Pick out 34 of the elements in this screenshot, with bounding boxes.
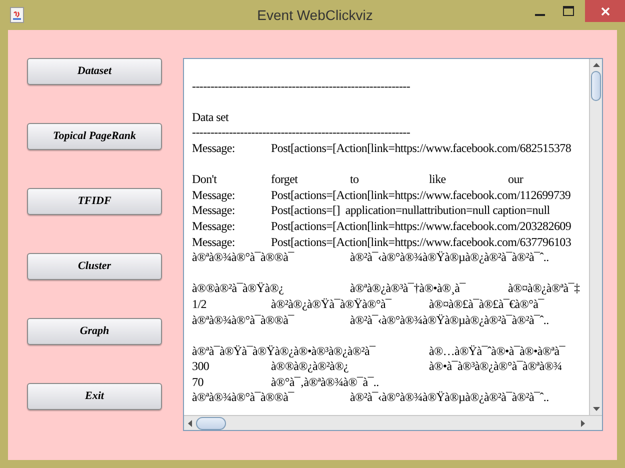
output-line: Message: Post[actions=[Action[link=https://www.facebook.com/682515378	[192, 140, 572, 155]
output-line: 70 à®°à¯‚à®ªà®¾à®¯à¯..	[192, 374, 379, 389]
maximize-icon	[562, 6, 574, 16]
output-line: à®ªà®¾à®°à¯à®®à¯ à®²à¯‹à®°à®¾à®Ÿà®µà®¿à®²à¯à®²à¯ˆ..	[192, 312, 549, 326]
scroll-thumb[interactable]	[196, 416, 226, 430]
vertical-scrollbar[interactable]	[589, 59, 602, 415]
action-button[interactable]: Topical PageRank	[27, 123, 162, 150]
output-line: Don't forget to like our	[192, 172, 524, 186]
horizontal-scrollbar[interactable]	[184, 415, 602, 430]
output-line: Message: Post[actions=[] application=nullattribution=null caption=null	[192, 203, 550, 218]
scroll-thumb[interactable]	[591, 71, 601, 101]
close-icon	[600, 6, 610, 16]
app-icon	[10, 7, 24, 23]
output-line: Message: Post[actions=[Action[link=https://www.facebook.com/112699739	[192, 188, 571, 202]
output-line: 1/2 à®²à®¿à®Ÿà¯à®Ÿà®°à¯ à®¤à®£à¯à®£à¯€à®°à¯	[192, 296, 544, 311]
output-line: 300 à®®à®¿à®²à®¿ à®•à¯à®³à®¿à®°à¯à®ªà®¾	[192, 359, 562, 374]
minimize-icon	[535, 14, 545, 16]
output-line: Message: Post[actions=[Action[link=https://www.facebook.com/637796103	[192, 234, 572, 249]
action-button[interactable]: Cluster	[27, 253, 162, 280]
output-line: à®ªà®¾à®°à¯à®®à¯ à®²à¯‹à®°à®¾à®Ÿà®µà®¿à®²à¯à®²à¯ˆ..	[192, 250, 549, 264]
action-button[interactable]: Exit	[27, 383, 162, 410]
close-button[interactable]	[585, 0, 625, 22]
output-line: Data set	[192, 110, 229, 124]
action-button[interactable]: Graph	[27, 318, 162, 345]
output-line: Message: Post[actions=[Action[link=https://www.facebook.com/203282609	[192, 218, 572, 233]
output-line: -----------------------------------------------------------	[192, 125, 410, 140]
window-title: Event WebClickviz	[257, 6, 373, 24]
output-line: à®ªà®¾à®°à¯à®®à¯ à®²à¯‹à®°à®¾à®Ÿà®µà®¿à®²à¯à®²à¯ˆ..	[192, 390, 549, 404]
output-text-area[interactable]	[183, 58, 603, 431]
action-button[interactable]: TFIDF	[27, 188, 162, 215]
output-line: à®ªà¯à®Ÿà¯à®Ÿà®¿à®•à®³à®¿à®²à¯ à®…à®Ÿà¯ˆà®•à¯à®•à®ªà¯	[192, 344, 565, 358]
output-line: à®®à®²à¯à®Ÿà®¿ à®ªà®¿à®³à¯†à®•à®¸à¯ à®¤à®¿à®ªà¯‡	[192, 281, 580, 296]
output-line: -----------------------------------------------------------	[192, 78, 410, 93]
action-button[interactable]: Dataset	[27, 58, 162, 85]
